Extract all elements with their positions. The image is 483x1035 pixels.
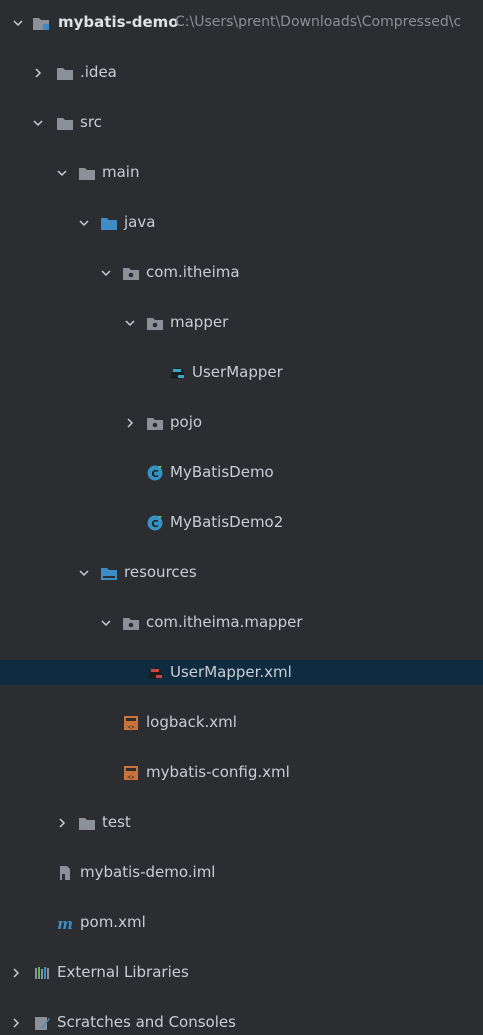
tree-row-root[interactable]: mybatis-demo C:\Users\prent\Downloads\Co…	[0, 10, 483, 35]
resources-folder-icon	[100, 560, 118, 585]
logback-xml-label: logback.xml	[146, 713, 237, 731]
src-folder-label: src	[80, 113, 102, 131]
mapper-package-label: mapper	[170, 313, 229, 331]
iml-file-icon	[56, 860, 74, 885]
toolbar-cutoff	[0, 0, 483, 8]
iml-file-label: mybatis-demo.iml	[80, 863, 216, 881]
package-icon	[122, 610, 140, 635]
chevron-down-icon[interactable]	[100, 260, 112, 285]
project-tree: mybatis-demo C:\Users\prent\Downloads\Co…	[0, 10, 483, 1031]
idea-folder-label: .idea	[80, 63, 117, 81]
libraries-icon	[33, 960, 51, 985]
tree-row-scratches[interactable]: Scratches and Consoles	[0, 1010, 483, 1035]
folder-icon	[78, 160, 96, 185]
folder-icon	[56, 60, 74, 85]
tree-row-mybatis-demo[interactable]: C MyBatisDemo	[0, 460, 483, 485]
tree-row-resources[interactable]: resources	[0, 560, 483, 585]
tree-row-idea[interactable]: .idea	[0, 60, 483, 85]
chevron-down-icon[interactable]	[100, 610, 112, 635]
tree-row-mybatis-demo2[interactable]: C MyBatisDemo2	[0, 510, 483, 535]
mybatis-demo2-class-label: MyBatisDemo2	[170, 513, 284, 531]
chevron-right-icon[interactable]	[10, 1010, 22, 1035]
external-libraries-label: External Libraries	[57, 963, 189, 981]
maven-icon: m	[56, 910, 74, 935]
user-mapper-label: UserMapper	[192, 363, 283, 381]
resources-folder-label: resources	[124, 563, 197, 581]
chevron-down-icon[interactable]	[32, 110, 44, 135]
tree-row-user-mapper-xml[interactable]: UserMapper.xml	[0, 660, 483, 685]
tree-row-external-libraries[interactable]: External Libraries	[0, 960, 483, 985]
java-folder-label: java	[124, 213, 156, 231]
mybatis-demo-class-label: MyBatisDemo	[170, 463, 274, 481]
package-icon	[122, 260, 140, 285]
svg-text:<>: <>	[127, 724, 135, 731]
chevron-right-icon[interactable]	[32, 60, 44, 85]
tree-row-mybatis-config-xml[interactable]: <> mybatis-config.xml	[0, 760, 483, 785]
java-class-icon: C	[146, 510, 164, 535]
scratches-label: Scratches and Consoles	[57, 1013, 236, 1031]
source-folder-icon	[100, 210, 118, 235]
chevron-down-icon[interactable]	[124, 310, 136, 335]
chevron-down-icon[interactable]	[56, 160, 68, 185]
folder-icon	[56, 110, 74, 135]
tree-row-pojo[interactable]: pojo	[0, 410, 483, 435]
svg-text:C: C	[151, 519, 158, 530]
svg-text:<>: <>	[127, 774, 135, 781]
tree-row-main[interactable]: main	[0, 160, 483, 185]
test-folder-label: test	[102, 813, 131, 831]
com-itheima-package-label: com.itheima	[146, 263, 240, 281]
tree-row-mapper[interactable]: mapper	[0, 310, 483, 335]
main-folder-label: main	[102, 163, 140, 181]
com-itheima-mapper-package-label: com.itheima.mapper	[146, 613, 303, 631]
chevron-down-icon[interactable]	[12, 10, 24, 35]
chevron-right-icon[interactable]	[124, 410, 136, 435]
root-project-path: C:\Users\prent\Downloads\Compressed\c	[175, 14, 462, 30]
tree-row-java[interactable]: java	[0, 210, 483, 235]
chevron-right-icon[interactable]	[56, 810, 68, 835]
tree-row-com-itheima-mapper[interactable]: com.itheima.mapper	[0, 610, 483, 635]
tree-row-pom[interactable]: m pom.xml	[0, 910, 483, 935]
mybatis-xml-icon	[146, 660, 164, 685]
scratches-icon	[33, 1010, 51, 1035]
mybatis-interface-icon	[168, 360, 186, 385]
chevron-right-icon[interactable]	[10, 960, 22, 985]
tree-row-logback-xml[interactable]: <> logback.xml	[0, 710, 483, 735]
tree-row-com-itheima[interactable]: com.itheima	[0, 260, 483, 285]
svg-text:m: m	[57, 915, 73, 932]
tree-row-user-mapper[interactable]: UserMapper	[0, 360, 483, 385]
folder-icon	[78, 810, 96, 835]
tree-row-test[interactable]: test	[0, 810, 483, 835]
pom-xml-label: pom.xml	[80, 913, 146, 931]
xml-file-icon: <>	[122, 710, 140, 735]
user-mapper-xml-label: UserMapper.xml	[170, 663, 292, 681]
tree-row-src[interactable]: src	[0, 110, 483, 135]
package-icon	[146, 410, 164, 435]
root-project-label: mybatis-demo	[58, 13, 179, 31]
mybatis-config-xml-label: mybatis-config.xml	[146, 763, 290, 781]
chevron-down-icon[interactable]	[78, 560, 90, 585]
svg-text:C: C	[151, 469, 158, 480]
java-class-icon: C	[146, 460, 164, 485]
package-icon	[146, 310, 164, 335]
module-folder-icon	[32, 10, 50, 35]
pojo-package-label: pojo	[170, 413, 203, 431]
chevron-down-icon[interactable]	[78, 210, 90, 235]
tree-row-iml[interactable]: mybatis-demo.iml	[0, 860, 483, 885]
xml-file-icon: <>	[122, 760, 140, 785]
